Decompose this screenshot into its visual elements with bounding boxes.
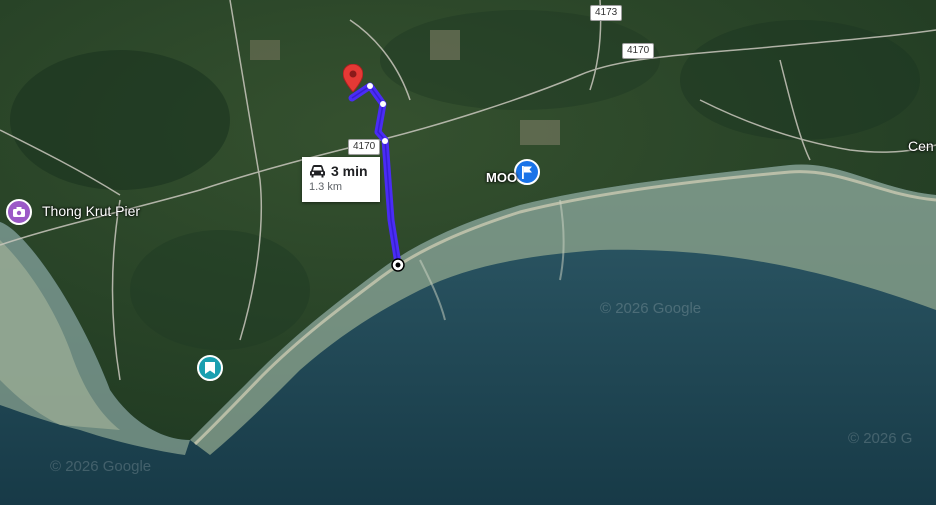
google-watermark: © 2026 Google <box>50 458 152 475</box>
place-label-thong-krut-pier[interactable]: Thong Krut Pier <box>42 203 140 219</box>
flag-poi[interactable] <box>514 159 540 185</box>
satellite-imagery <box>0 0 936 505</box>
camera-icon <box>13 207 25 217</box>
place-label-moo[interactable]: MOO <box>486 170 517 185</box>
place-label-cen[interactable]: Cen <box>908 138 934 154</box>
route-waypoint <box>380 101 386 107</box>
route-waypoint <box>382 138 388 144</box>
route-distance: 1.3 km <box>309 181 343 193</box>
flag-icon <box>522 165 532 179</box>
google-watermark: © 2026 G <box>848 430 913 447</box>
destination-pin-icon[interactable] <box>343 64 363 92</box>
google-watermark: © 2026 Google <box>600 300 702 317</box>
thong-krut-pier-poi[interactable] <box>6 199 32 225</box>
bookmark-poi[interactable] <box>197 355 223 381</box>
route-waypoint <box>367 83 373 89</box>
road-badge-4170-west: 4170 <box>348 139 381 155</box>
road-badge-4173: 4173 <box>590 5 623 21</box>
road-badge-4170: 4170 <box>622 43 655 59</box>
bookmark-icon <box>205 362 215 374</box>
map-view[interactable]: 4173 4170 4170 Thong Krut Pier MOO Cen 3… <box>0 0 936 505</box>
car-icon <box>310 164 325 177</box>
route-info-card[interactable]: 3 min 1.3 km <box>302 157 380 202</box>
route-duration: 3 min <box>331 163 368 179</box>
